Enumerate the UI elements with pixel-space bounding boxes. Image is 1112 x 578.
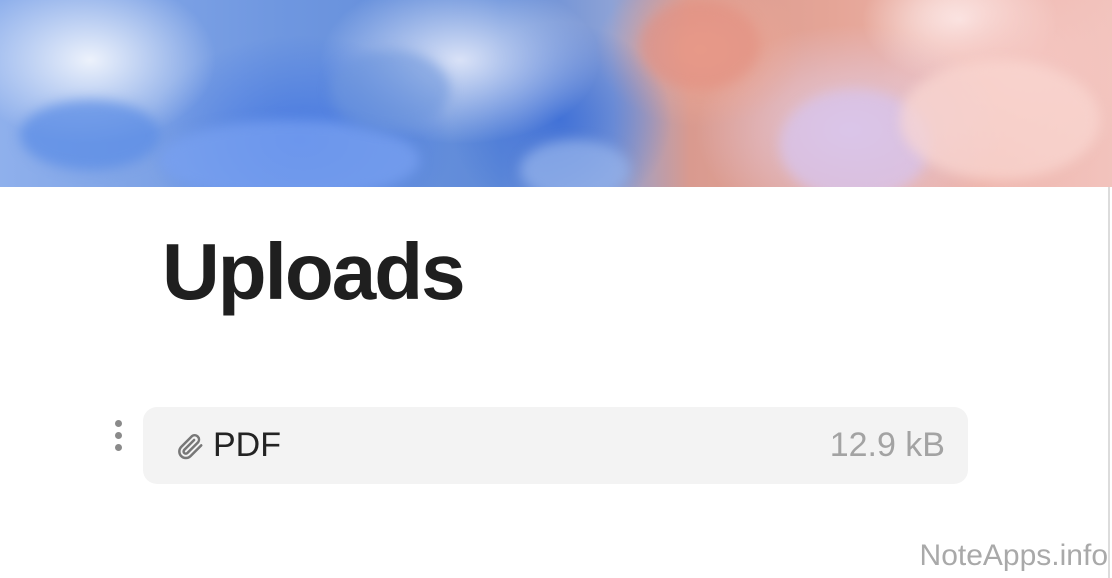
cover-swirl bbox=[640, 0, 760, 90]
file-size: 12.9 kB bbox=[829, 426, 945, 464]
file-attachment-block[interactable]: PDF 12.9 kB bbox=[143, 407, 968, 484]
vertical-dots-icon bbox=[115, 432, 122, 439]
cover-swirl bbox=[160, 120, 420, 187]
vertical-dots-icon bbox=[115, 420, 122, 427]
cover-swirl bbox=[330, 50, 450, 130]
cover-image[interactable] bbox=[0, 0, 1112, 187]
cover-swirl bbox=[900, 60, 1100, 180]
page-title[interactable]: Uploads bbox=[162, 232, 466, 312]
file-name: PDF bbox=[213, 426, 281, 464]
vertical-dots-icon bbox=[115, 444, 122, 451]
paperclip-icon bbox=[175, 431, 205, 461]
page: Uploads PDF 12.9 kB NoteApps.info bbox=[0, 0, 1112, 578]
page-edge-divider bbox=[1108, 187, 1110, 578]
cover-swirl bbox=[20, 100, 160, 170]
block-drag-handle[interactable] bbox=[110, 418, 128, 454]
cover-swirl bbox=[520, 140, 630, 187]
watermark: NoteApps.info bbox=[919, 539, 1108, 572]
